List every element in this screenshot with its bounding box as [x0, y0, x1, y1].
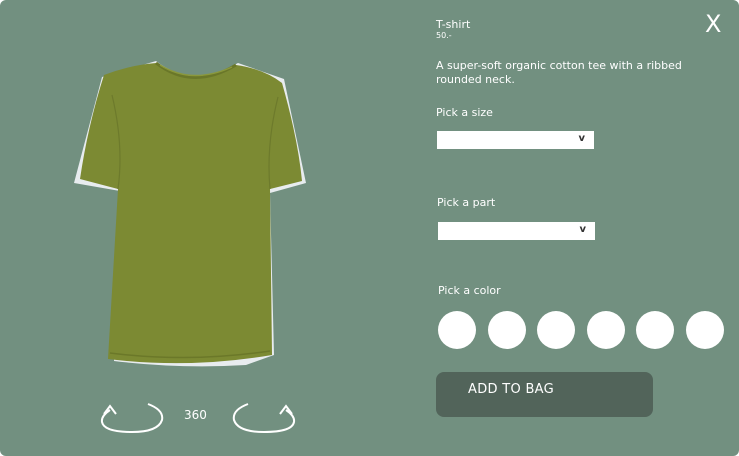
color-swatch-5[interactable]: [636, 311, 674, 349]
close-button[interactable]: X: [705, 12, 721, 36]
product-description: A super-soft organic cotton tee with a r…: [436, 59, 682, 86]
rotate-360-label: 360: [184, 408, 207, 422]
color-swatch-2[interactable]: [488, 311, 526, 349]
color-swatch-1[interactable]: [438, 311, 476, 349]
tshirt-image: [74, 61, 306, 367]
product-name: T-shirt: [436, 18, 471, 31]
size-label: Pick a size: [436, 106, 493, 119]
color-label: Pick a color: [438, 284, 501, 297]
part-select[interactable]: v: [438, 222, 595, 240]
rotate-left-icon[interactable]: [98, 398, 168, 438]
product-price: 50.-: [436, 31, 452, 40]
rotate-controls: 360: [98, 398, 298, 438]
part-label: Pick a part: [437, 196, 496, 209]
product-preview[interactable]: [60, 55, 325, 375]
chevron-down-icon: v: [579, 224, 586, 235]
product-configurator-panel: 360 T-shirt 50.- X A super-soft organic …: [0, 0, 739, 456]
rotate-right-icon[interactable]: [228, 398, 298, 438]
color-swatch-3[interactable]: [537, 311, 575, 349]
add-to-bag-button[interactable]: ADD TO BAG: [436, 372, 653, 417]
color-swatch-4[interactable]: [587, 311, 625, 349]
add-to-bag-label: ADD TO BAG: [468, 382, 555, 397]
chevron-down-icon: v: [578, 133, 585, 144]
size-select[interactable]: v: [437, 131, 594, 149]
color-swatch-6[interactable]: [686, 311, 724, 349]
